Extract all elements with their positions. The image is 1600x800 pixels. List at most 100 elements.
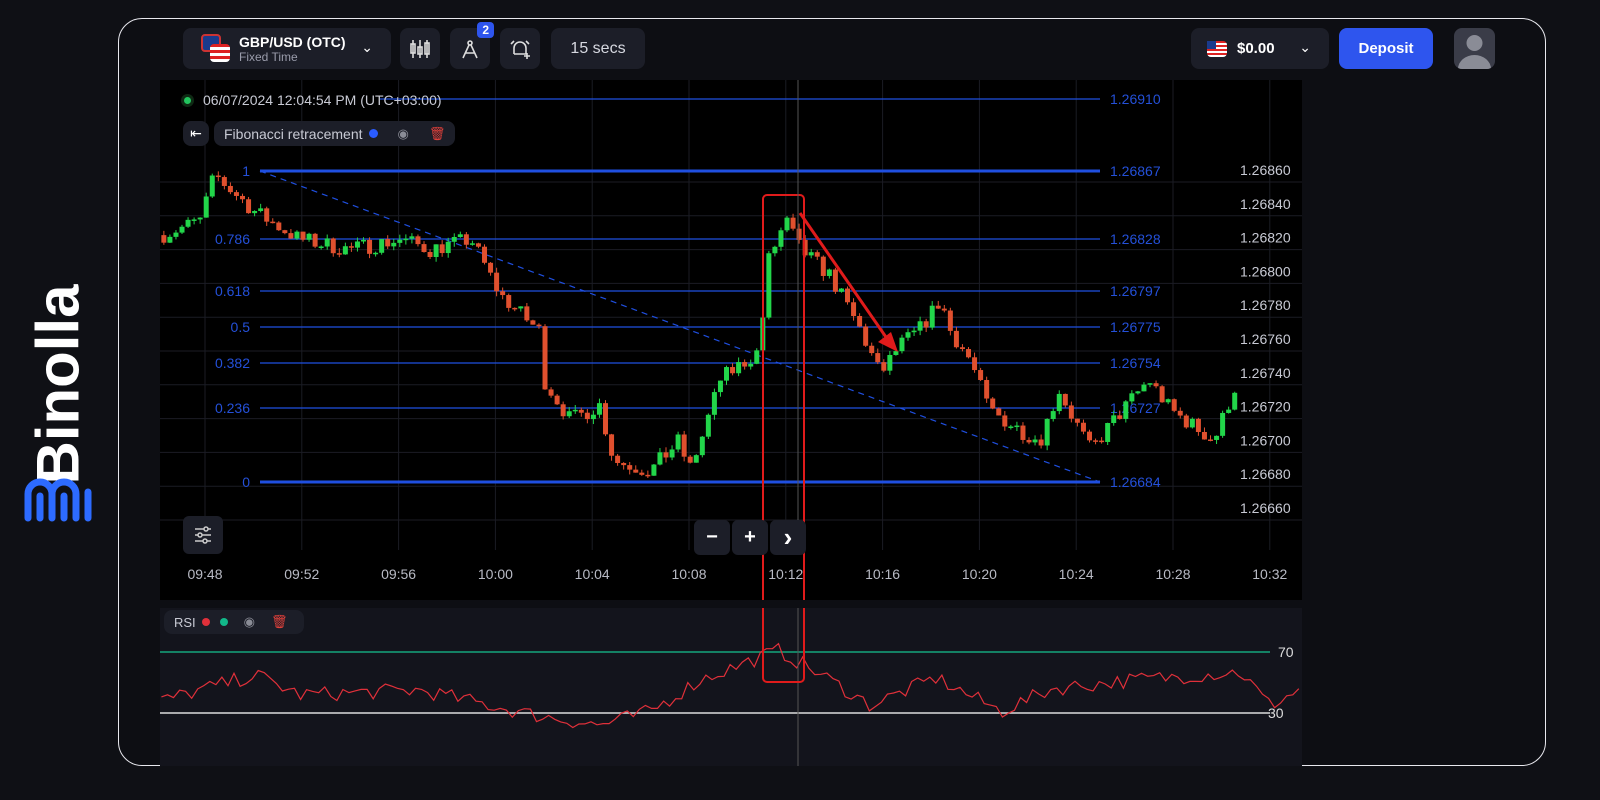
candle-body xyxy=(306,233,312,240)
price-tick-label: 1.26720 xyxy=(1240,399,1291,415)
eye-icon[interactable]: ◉ xyxy=(398,126,409,142)
candle-body xyxy=(1177,410,1183,416)
candle-body xyxy=(881,362,887,371)
candle-body xyxy=(669,449,675,458)
candle-body xyxy=(1020,425,1026,440)
candle-body xyxy=(1117,415,1123,419)
price-tick-label: 1.26780 xyxy=(1240,297,1291,313)
timeframe-label: 15 secs xyxy=(570,39,626,57)
sliders-icon xyxy=(195,526,211,544)
candle-body xyxy=(494,272,500,292)
rsi-indicator-chip[interactable]: RSI ◉ 🗑 xyxy=(164,610,304,634)
collapse-indicators-button[interactable]: ⇤ xyxy=(183,121,209,146)
candle-body xyxy=(475,243,481,247)
candle-body xyxy=(1074,418,1080,423)
drawings-button[interactable]: 2 xyxy=(450,22,494,69)
scroll-right-button[interactable]: › xyxy=(770,520,806,555)
candle-body xyxy=(1068,405,1074,419)
price-tick-label: 1.26840 xyxy=(1240,196,1291,212)
candle-body xyxy=(984,379,990,399)
candle-body xyxy=(221,177,227,186)
deposit-button[interactable]: Deposit xyxy=(1339,28,1433,69)
fib-price-label: 1.26775 xyxy=(1110,319,1161,335)
candle-body xyxy=(1080,422,1086,432)
candle-body xyxy=(717,380,723,393)
eye-icon[interactable]: ◉ xyxy=(244,614,255,630)
trash-icon[interactable]: 🗑 xyxy=(429,126,446,142)
candle-body xyxy=(1038,439,1044,446)
candle-body xyxy=(361,239,367,242)
candle-body xyxy=(778,230,784,247)
candle-body xyxy=(324,238,330,247)
candle-body xyxy=(185,219,191,227)
candle-body xyxy=(173,232,179,237)
candle-body xyxy=(227,185,233,193)
alarm-add-icon xyxy=(510,39,530,59)
zoom-in-button[interactable]: + xyxy=(732,520,768,555)
candle-body xyxy=(826,269,832,276)
candle-body xyxy=(1201,431,1207,440)
chart-type-button[interactable] xyxy=(400,28,440,69)
candle-body xyxy=(512,307,518,310)
candle-body xyxy=(1183,415,1189,428)
candle-body xyxy=(790,217,796,229)
candle-body xyxy=(959,347,965,350)
candle-body xyxy=(990,398,996,409)
candle-body xyxy=(627,465,633,470)
candle-body xyxy=(857,316,863,327)
asset-name: GBP/USD (OTC) xyxy=(239,33,346,50)
candle-body xyxy=(814,252,820,257)
candle-body xyxy=(367,239,373,254)
candle-body xyxy=(421,244,427,253)
add-alert-button[interactable] xyxy=(500,28,540,69)
candle-body xyxy=(1105,423,1111,442)
time-tick-label: 09:56 xyxy=(381,566,416,582)
trash-icon[interactable]: 🗑 xyxy=(271,614,288,630)
balance-selector[interactable]: $0.00 ⌄ xyxy=(1191,28,1329,69)
timeframe-selector[interactable]: 15 secs xyxy=(551,28,645,69)
candle-body xyxy=(1056,393,1062,412)
price-chart[interactable]: 09:48 09:52 09:56 10:00 10:04 10:08 10:12 10:16… xyxy=(160,80,1302,683)
candle-body xyxy=(530,320,536,325)
fibonacci-indicator-chip[interactable]: Fibonacci retracement ◉ 🗑 xyxy=(214,121,455,146)
candle-body xyxy=(911,330,917,333)
candle-body xyxy=(264,208,270,222)
candle-body xyxy=(1062,393,1068,406)
chart-canvas[interactable]: 09:48 09:52 09:56 10:00 10:04 10:08 10:12 10:16… xyxy=(160,80,1302,683)
candle-body xyxy=(633,469,639,473)
timestamp: 06/07/2024 12:04:54 PM (UTC+03:00) xyxy=(184,92,442,108)
price-tick-label: 1.26700 xyxy=(1240,432,1291,448)
binolla-logo-icon xyxy=(24,478,92,522)
candle-body xyxy=(966,349,972,358)
candle-body xyxy=(972,357,978,371)
trend-arrow xyxy=(798,212,890,341)
candle-body xyxy=(258,208,264,212)
avatar[interactable] xyxy=(1454,28,1495,69)
chevron-down-icon: ⌄ xyxy=(1299,39,1311,55)
candle-body xyxy=(1032,439,1038,443)
zoom-out-button[interactable]: − xyxy=(694,520,730,555)
candle-body xyxy=(415,236,421,245)
brand-name: Binolla xyxy=(24,284,92,485)
candle-body xyxy=(705,414,711,437)
candle-body xyxy=(397,239,403,243)
asset-selector[interactable]: GBP/USD (OTC) Fixed Time ⌄ xyxy=(183,28,391,69)
candle-body xyxy=(246,199,252,214)
candle-body xyxy=(899,337,905,352)
candle-body xyxy=(935,305,941,309)
candle-body xyxy=(1208,439,1214,441)
candle-body xyxy=(808,252,814,256)
candle-body xyxy=(639,472,645,475)
candle-body xyxy=(1226,409,1232,413)
candle-body xyxy=(996,408,1002,416)
rsi-label: RSI xyxy=(174,614,196,630)
fib-price-label: 1.26727 xyxy=(1110,400,1161,416)
candle-body xyxy=(724,367,730,381)
time-tick-label: 10:08 xyxy=(671,566,706,582)
candle-body xyxy=(167,236,173,243)
candle-body xyxy=(445,241,451,254)
fib-price-label: 1.26828 xyxy=(1110,231,1161,247)
gbp-usd-flag-icon xyxy=(201,33,231,64)
chart-settings-button[interactable] xyxy=(183,516,223,554)
candle-body xyxy=(1147,383,1153,385)
